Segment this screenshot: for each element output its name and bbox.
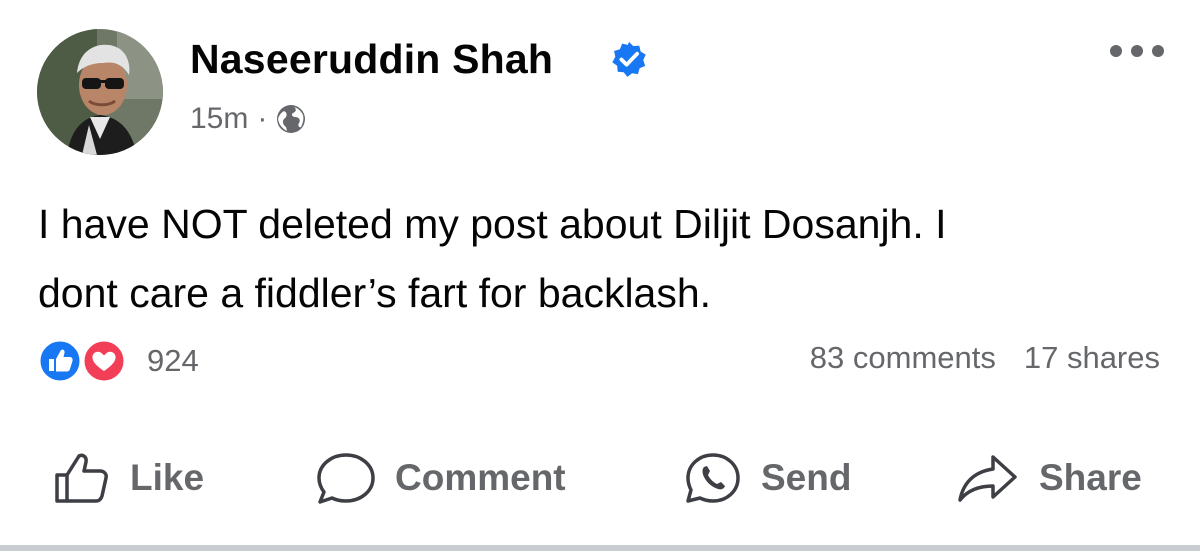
action-bar: Like Comment Send Share (0, 445, 1200, 511)
reaction-icons (37, 338, 137, 384)
reaction-count[interactable]: 924 (147, 343, 199, 379)
comments-count-link[interactable]: 83 comments (810, 340, 996, 376)
more-options-icon[interactable] (1107, 40, 1167, 62)
meta-separator: · (257, 102, 268, 135)
thumbs-up-icon (55, 453, 108, 503)
share-button[interactable]: Share (955, 445, 1142, 511)
like-button[interactable]: Like (52, 445, 204, 511)
shares-count-link[interactable]: 17 shares (1024, 340, 1160, 376)
share-arrow-icon (958, 455, 1017, 502)
like-reaction-icon (37, 338, 83, 384)
post-body-text: I have NOT deleted my post about Diljit … (38, 201, 947, 316)
author-name[interactable]: Naseeruddin Shah (190, 36, 553, 83)
avatar[interactable] (37, 29, 163, 155)
like-label: Like (130, 457, 205, 498)
facebook-post: Naseeruddin Shah 15m · I have NOT delete… (0, 0, 1200, 545)
comment-button[interactable]: Comment (315, 445, 566, 511)
send-label: Send (761, 457, 852, 498)
bottom-divider (0, 545, 1200, 551)
post-timestamp[interactable]: 15m (190, 102, 248, 136)
love-reaction-icon (81, 338, 127, 384)
comment-bubble-icon (317, 453, 375, 504)
post-meta: 15m · (190, 102, 307, 136)
reaction-summary[interactable]: 924 (37, 338, 199, 384)
verified-badge-icon (612, 41, 646, 77)
share-label: Share (1039, 457, 1142, 498)
globe-icon[interactable] (275, 103, 307, 135)
comment-label: Comment (395, 457, 566, 498)
whatsapp-icon (686, 453, 740, 503)
engagement-stats: 83 comments 17 shares (810, 340, 1160, 376)
send-button[interactable]: Send (683, 445, 851, 511)
